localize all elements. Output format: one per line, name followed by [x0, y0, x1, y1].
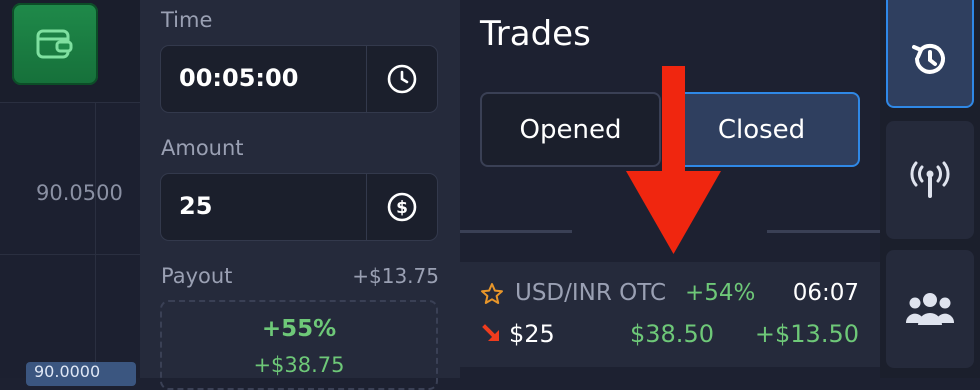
current-price-badge: 90.0000 [26, 362, 136, 386]
divider-right [767, 230, 880, 233]
time-picker-button[interactable] [366, 46, 437, 112]
time-value: 00:05:00 [179, 64, 299, 92]
trade-amount: $25 [509, 320, 555, 348]
time-field[interactable]: 00:05:00 [160, 45, 438, 113]
chart-header [0, 0, 140, 103]
arrow-down-right-icon [482, 324, 499, 341]
wallet-icon [36, 29, 73, 59]
amount-value: 25 [179, 192, 213, 220]
signal-icon [910, 161, 950, 198]
clock-icon [387, 64, 417, 94]
amount-label: Amount [161, 136, 244, 160]
wallet-button[interactable] [12, 3, 98, 85]
trades-title: Trades [480, 14, 591, 54]
sidebar-item-history[interactable] [886, 0, 974, 108]
social-trading-icon [905, 293, 955, 325]
trades-panel: Trades Opened Closed USD/INR OTC +54% 06… [460, 0, 880, 378]
chart-gridline-horizontal [0, 254, 140, 255]
payout-percent: +55% [261, 316, 337, 342]
divider-left [460, 230, 572, 233]
chart-area[interactable]: 90.0500 90.0000 [0, 0, 140, 386]
trade-profit: +$13.50 [754, 320, 859, 348]
currency-toggle-button[interactable]: $ [366, 174, 437, 240]
sidebar-item-signals[interactable] [886, 121, 974, 239]
payout-value: +$13.75 [352, 264, 439, 288]
trade-time: 06:07 [792, 280, 859, 306]
trade-payout-percent: +54% [685, 280, 756, 306]
svg-text:$: $ [396, 198, 408, 218]
dollar-icon: $ [387, 192, 417, 222]
right-sidebar [880, 0, 980, 378]
time-label: Time [161, 8, 213, 32]
sidebar-item-social[interactable] [886, 250, 974, 368]
star-icon[interactable] [480, 282, 504, 306]
trade-asset: USD/INR OTC [515, 280, 667, 306]
payout-label: Payout [161, 264, 233, 288]
annotation-arrow-icon [626, 66, 721, 254]
history-icon [912, 43, 945, 74]
payout-amount: +$38.75 [253, 353, 345, 377]
payout-box: +55% +$38.75 [160, 300, 438, 390]
chart-gridline-vertical [95, 103, 96, 378]
trade-panel: Time 00:05:00 Amount 25 $ Payout +$13.75… [140, 0, 460, 390]
amount-field[interactable]: 25 $ [160, 173, 438, 241]
trade-return: $38.50 [630, 320, 714, 348]
trade-item[interactable]: USD/INR OTC +54% 06:07 $25 $38.50 +$13.5… [460, 262, 880, 367]
price-axis-label: 90.0500 [36, 181, 123, 205]
